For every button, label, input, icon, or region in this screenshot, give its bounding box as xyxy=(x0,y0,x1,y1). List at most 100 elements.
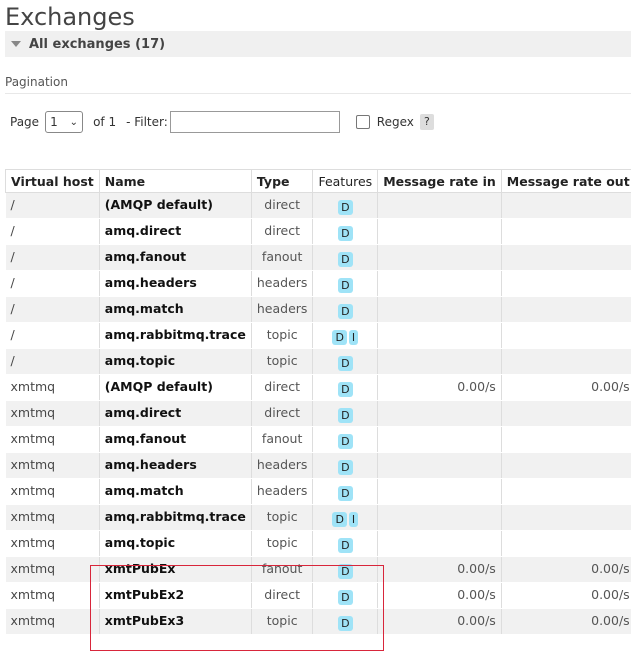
rate-in-cell xyxy=(377,322,502,349)
pagination-label: Pagination xyxy=(5,75,68,89)
type-cell: fanout xyxy=(251,244,314,271)
type-cell: topic xyxy=(251,504,314,531)
col-header-virtual-host[interactable]: Virtual host xyxy=(5,169,100,193)
features-cell: D xyxy=(312,452,379,479)
features-cell: D xyxy=(312,608,379,635)
exchange-name-link[interactable]: (AMQP default) xyxy=(99,192,252,219)
type-cell: fanout xyxy=(251,556,314,583)
exchange-name-link[interactable]: amq.direct xyxy=(99,400,252,427)
exchange-name-link[interactable]: amq.headers xyxy=(99,452,252,479)
vhost-cell: / xyxy=(5,322,100,349)
rate-in-cell: 0.00/s xyxy=(377,582,502,609)
type-cell: direct xyxy=(251,192,314,219)
rate-out-cell xyxy=(501,452,631,479)
col-header-rate-in[interactable]: Message rate in xyxy=(377,169,502,193)
features-cell: DI xyxy=(312,504,379,531)
vhost-cell: / xyxy=(5,218,100,245)
vhost-cell: xmtmq xyxy=(5,374,100,401)
regex-checkbox[interactable] xyxy=(355,115,370,129)
exchange-name-link[interactable]: amq.direct xyxy=(99,218,252,245)
vhost-cell: xmtmq xyxy=(5,452,100,479)
durable-badge: D xyxy=(338,486,353,501)
collapse-triangle-icon xyxy=(11,41,21,47)
table-row: / amq.match headers D xyxy=(5,296,631,323)
all-exchanges-toggle[interactable]: All exchanges (17) xyxy=(5,31,631,57)
type-cell: headers xyxy=(251,452,314,479)
features-cell: D xyxy=(312,582,379,609)
table-row: xmtmq (AMQP default) direct D 0.00/s 0.00/s xyxy=(5,374,631,401)
help-icon[interactable]: ? xyxy=(419,114,434,130)
durable-badge: D xyxy=(338,460,353,475)
exchange-name-link[interactable]: xmtPubEx2 xyxy=(99,582,252,609)
col-header-rate-out[interactable]: Message rate out xyxy=(500,169,631,193)
features-cell: D xyxy=(312,270,379,297)
features-cell: D xyxy=(312,218,379,245)
exchange-name-link[interactable]: amq.fanout xyxy=(99,426,252,453)
rate-in-cell xyxy=(377,348,502,375)
exchange-name-link[interactable]: (AMQP default) xyxy=(99,374,252,401)
rate-out-cell: 0.00/s xyxy=(501,582,631,609)
rate-in-cell xyxy=(377,504,502,531)
durable-badge: D xyxy=(338,278,353,293)
filter-input[interactable] xyxy=(169,111,340,133)
exchange-name-link[interactable]: xmtPubEx3 xyxy=(99,608,252,635)
rate-in-cell: 0.00/s xyxy=(377,374,502,401)
table-row: / amq.headers headers D xyxy=(5,270,631,297)
features-cell: D xyxy=(312,374,379,401)
page-title: Exchanges xyxy=(5,3,135,31)
rate-out-cell xyxy=(501,322,631,349)
type-cell: topic xyxy=(251,348,314,375)
exchange-name-link[interactable]: amq.match xyxy=(99,478,252,505)
table-row: / amq.fanout fanout D xyxy=(5,244,631,271)
exchange-name-link[interactable]: amq.headers xyxy=(99,270,252,297)
type-cell: headers xyxy=(251,296,314,323)
features-cell: D xyxy=(312,244,379,271)
exchange-name-link[interactable]: xmtPubEx xyxy=(99,556,252,583)
rate-in-cell xyxy=(377,192,502,219)
chevron-down-icon: ⌄ xyxy=(69,116,79,128)
filter-label: - Filter: xyxy=(126,115,168,129)
rate-in-cell xyxy=(377,270,502,297)
features-cell: D xyxy=(312,348,379,375)
durable-badge: D xyxy=(332,330,347,345)
pagination-divider xyxy=(5,93,631,94)
table-row: xmtmq amq.topic topic D xyxy=(5,530,631,557)
table-row: / amq.topic topic D xyxy=(5,348,631,375)
features-cell: D xyxy=(312,426,379,453)
rate-in-cell xyxy=(377,530,502,557)
page-label: Page xyxy=(10,115,40,129)
vhost-cell: / xyxy=(5,270,100,297)
col-header-type[interactable]: Type xyxy=(250,169,314,193)
exchange-name-link[interactable]: amq.fanout xyxy=(99,244,252,271)
rate-out-cell xyxy=(501,478,631,505)
vhost-cell: / xyxy=(5,244,100,271)
features-cell: D xyxy=(312,192,379,219)
exchange-name-link[interactable]: amq.rabbitmq.trace xyxy=(99,504,252,531)
rate-out-cell xyxy=(501,348,631,375)
type-cell: direct xyxy=(251,374,314,401)
table-row: / amq.rabbitmq.trace topic D I xyxy=(5,322,631,349)
vhost-cell: xmtmq xyxy=(5,530,100,557)
rate-out-cell xyxy=(501,426,631,453)
type-cell: direct xyxy=(251,400,314,427)
table-row: xmtmq amq.match headers D xyxy=(5,478,631,505)
durable-badge: D xyxy=(338,590,353,605)
exchange-name-link[interactable]: amq.match xyxy=(99,296,252,323)
exchange-name-link[interactable]: amq.topic xyxy=(99,530,252,557)
features-cell: D xyxy=(312,478,379,505)
type-cell: topic xyxy=(251,608,314,635)
col-header-name[interactable]: Name xyxy=(98,169,252,193)
vhost-cell: xmtmq xyxy=(5,582,100,609)
durable-badge: D xyxy=(338,252,353,267)
regex-label: Regex xyxy=(376,115,414,129)
rate-out-cell xyxy=(501,530,631,557)
page-select[interactable]: 1 ⌄ xyxy=(45,111,84,133)
durable-badge: D xyxy=(338,382,353,397)
exchange-name-link[interactable]: amq.rabbitmq.trace xyxy=(99,322,252,349)
type-cell: headers xyxy=(251,270,314,297)
type-cell: topic xyxy=(251,530,314,557)
rate-in-cell xyxy=(377,478,502,505)
exchange-name-link[interactable]: amq.topic xyxy=(99,348,252,375)
features-cell: DI xyxy=(312,322,379,349)
vhost-cell: / xyxy=(5,296,100,323)
